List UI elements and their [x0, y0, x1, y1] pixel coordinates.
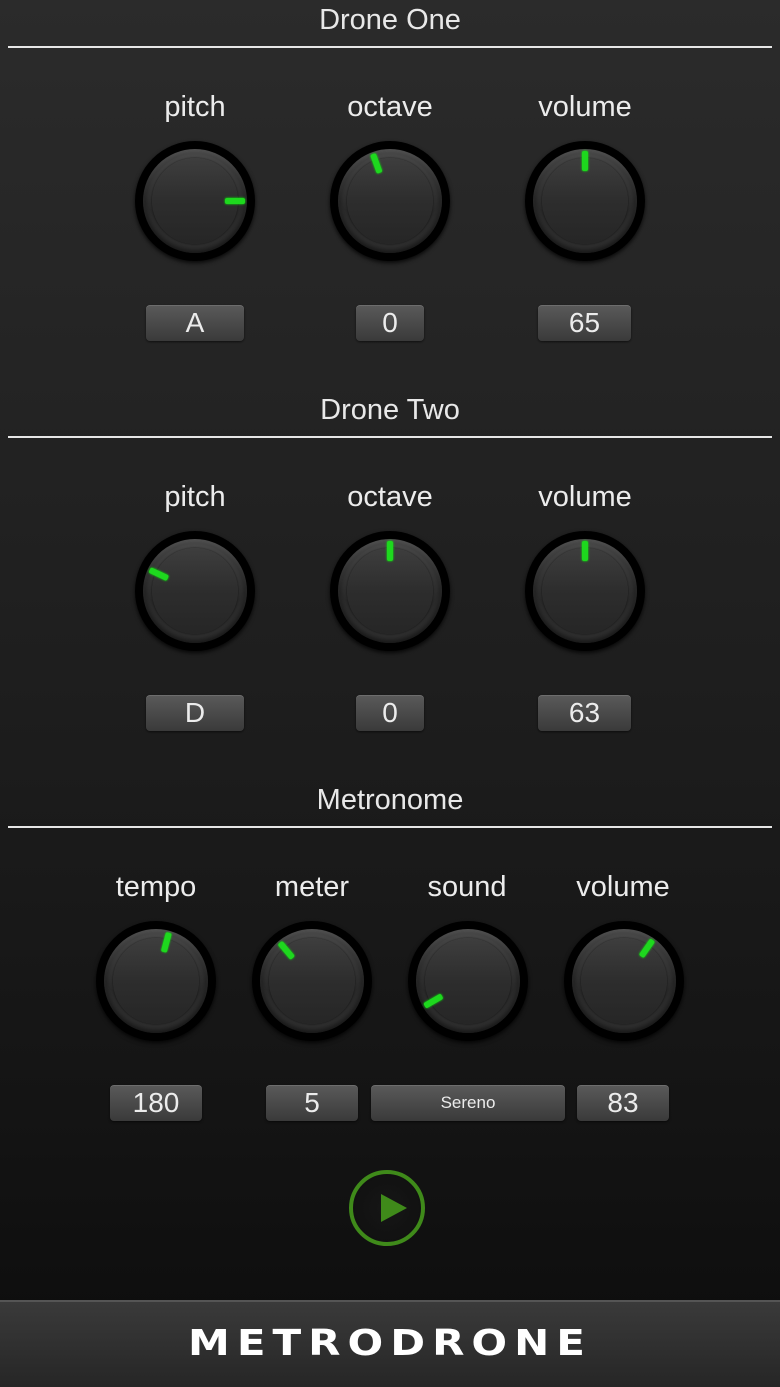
metronome-tempo-value: 180	[110, 1085, 202, 1121]
drone-two-volume-knob[interactable]	[525, 531, 645, 651]
drone-two-volume-label: volume	[538, 481, 632, 513]
drone-two-pitch-knob[interactable]	[135, 531, 255, 651]
drone-one-title: Drone One	[319, 4, 461, 36]
metronome-sound-knob[interactable]	[408, 921, 528, 1041]
knob-indicator	[225, 198, 245, 204]
metronome-sound-value: Sereno	[371, 1085, 565, 1121]
play-icon	[381, 1194, 407, 1222]
knob-indicator	[423, 993, 444, 1009]
drone-one-pitch-label: pitch	[164, 91, 226, 123]
drone-one-volume-label: volume	[538, 91, 632, 123]
drone-one-pitch-value: A	[146, 305, 244, 341]
drone-one-octave-label: octave	[347, 91, 433, 123]
metronome-divider	[8, 826, 772, 828]
knob-indicator	[148, 567, 170, 582]
drone-two-title: Drone Two	[320, 394, 460, 426]
drone-two-pitch-value: D	[146, 695, 244, 731]
drone-two-octave-value: 0	[356, 695, 424, 731]
play-button[interactable]	[349, 1170, 425, 1246]
brand-logo: METRODRONE	[188, 1321, 592, 1364]
knob-indicator	[582, 151, 588, 171]
drone-one-octave-knob[interactable]	[330, 141, 450, 261]
drone-two-octave-knob[interactable]	[330, 531, 450, 651]
drone-one-volume-knob[interactable]	[525, 141, 645, 261]
drone-two-octave-label: octave	[347, 481, 433, 513]
drone-two-pitch-label: pitch	[164, 481, 226, 513]
drone-one-octave-value: 0	[356, 305, 424, 341]
knob-indicator	[370, 152, 383, 174]
drone-one-volume-value: 65	[538, 305, 631, 341]
metronome-volume-label: volume	[576, 871, 670, 903]
knob-indicator	[277, 940, 296, 960]
metronome-meter-value: 5	[266, 1085, 358, 1121]
drone-two-divider	[8, 436, 772, 438]
metronome-meter-knob[interactable]	[252, 921, 372, 1041]
drone-two-volume-value: 63	[538, 695, 631, 731]
knob-indicator	[387, 541, 393, 561]
knob-indicator	[582, 541, 588, 561]
drone-one-divider	[8, 46, 772, 48]
metronome-tempo-knob[interactable]	[96, 921, 216, 1041]
knob-indicator	[638, 938, 656, 959]
metronome-volume-value: 83	[577, 1085, 669, 1121]
drone-one-pitch-knob[interactable]	[135, 141, 255, 261]
metronome-title: Metronome	[316, 784, 464, 816]
metronome-volume-knob[interactable]	[564, 921, 684, 1041]
knob-indicator	[160, 931, 172, 953]
